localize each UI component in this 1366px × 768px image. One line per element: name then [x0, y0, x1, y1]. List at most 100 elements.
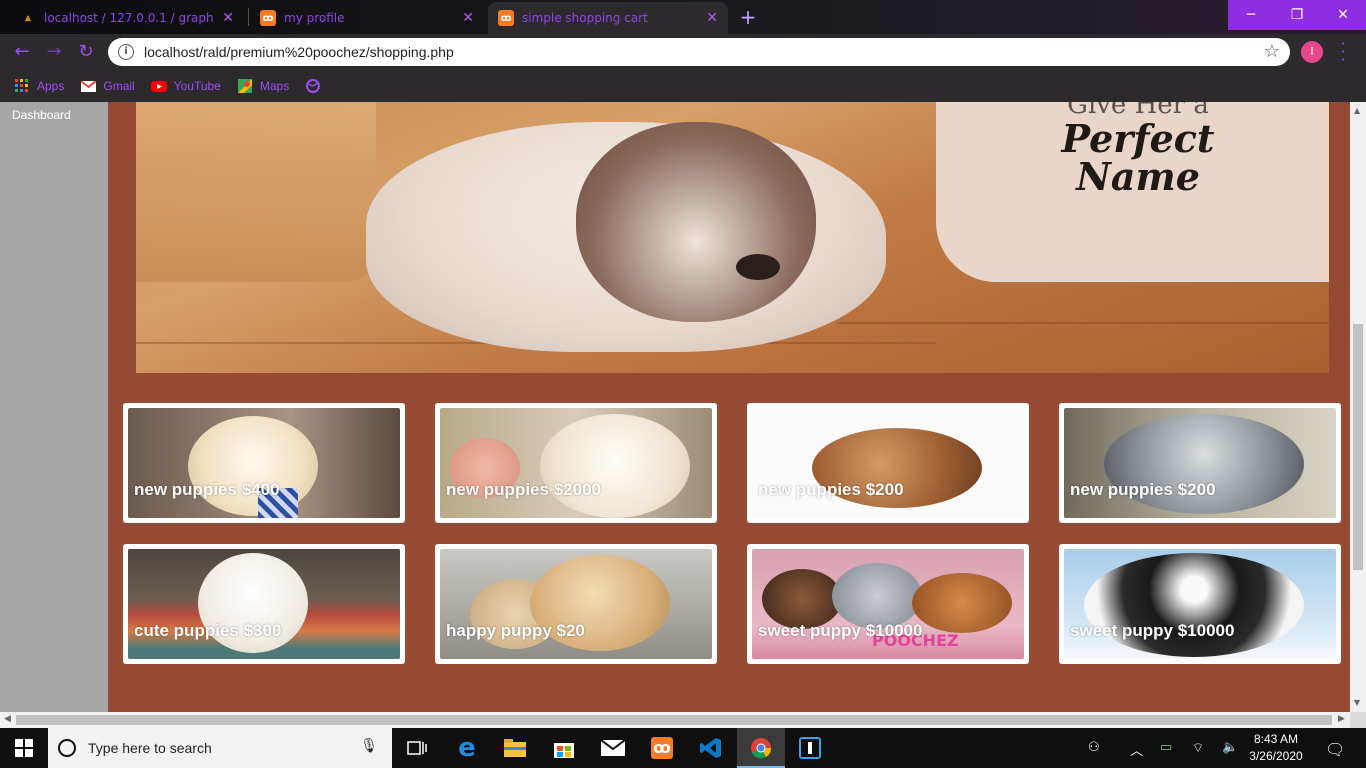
clock[interactable]: 8:43 AM 3/26/2020	[1240, 731, 1312, 765]
close-window-button[interactable]: ✕	[1320, 0, 1366, 30]
taskbar-search-box[interactable]: Type here to search 🎙	[48, 728, 392, 768]
close-icon[interactable]: ✕	[462, 10, 474, 26]
chrome-icon[interactable]	[737, 728, 785, 768]
scroll-left-arrow-icon[interactable]: ◀	[4, 714, 11, 724]
windows-logo-icon	[15, 739, 33, 757]
microsoft-store-icon[interactable]	[540, 728, 588, 768]
bookmark-maps[interactable]: Maps	[237, 79, 289, 93]
bookmark-web[interactable]	[305, 79, 328, 93]
product-card[interactable]: new puppies $200	[1059, 403, 1341, 523]
product-label: sweet puppy $10000	[1070, 621, 1234, 641]
product-card[interactable]: new puppies $200	[747, 403, 1029, 523]
forward-arrow-icon[interactable]: →	[42, 40, 66, 64]
product-card[interactable]: new puppies $2000	[435, 403, 717, 523]
edge-browser-icon[interactable]: e	[443, 728, 491, 768]
close-icon[interactable]: ✕	[706, 10, 718, 26]
volume-icon[interactable]: 🔈	[1222, 740, 1238, 755]
browser-toolbar: ← → ↻ i localhost/rald/premium%20poochez…	[0, 34, 1366, 70]
remote-app-icon[interactable]	[786, 728, 834, 768]
product-card[interactable]: happy puppy $20	[435, 544, 717, 664]
people-icon[interactable]: ⚇	[1088, 740, 1100, 755]
product-price: $10000	[865, 621, 923, 640]
apps-grid-icon	[14, 79, 30, 93]
scrollbar-thumb[interactable]	[16, 715, 1332, 725]
file-explorer-icon[interactable]	[491, 728, 539, 768]
hero-caption-line1: Perfect	[1061, 116, 1215, 161]
product-price: $300	[243, 621, 282, 640]
tab-divider	[248, 8, 249, 26]
scroll-down-arrow-icon[interactable]: ▼	[1354, 698, 1360, 707]
product-card[interactable]: cute puppies $300	[123, 544, 405, 664]
product-name: cute puppies	[134, 621, 239, 640]
tab-simple-shopping-cart[interactable]: ꝏ simple shopping cart ✕	[488, 2, 728, 34]
product-price: $400	[241, 480, 280, 499]
bookmark-star-icon[interactable]: ☆	[1264, 41, 1280, 62]
task-view-icon[interactable]	[393, 728, 441, 768]
product-card[interactable]: sweet puppy $10000	[1059, 544, 1341, 664]
profile-avatar[interactable]: I	[1301, 41, 1323, 63]
maps-icon	[237, 79, 253, 93]
puppy-shape	[912, 573, 1012, 633]
product-image: new puppies $400	[128, 408, 400, 518]
menu-kebab-icon[interactable]: · · ·	[1338, 36, 1348, 68]
vscode-icon[interactable]	[687, 728, 735, 768]
product-name: sweet puppy	[758, 621, 861, 640]
product-label: cute puppies $300	[134, 621, 281, 641]
bookmarks-bar: Apps Gmail YouTube Maps	[0, 70, 1366, 102]
product-card[interactable]: POOCHEZ sweet puppy $10000	[747, 544, 1029, 664]
youtube-icon	[150, 79, 167, 93]
product-name: new puppies	[134, 480, 237, 499]
product-name: new puppies	[758, 480, 861, 499]
tab-my-profile[interactable]: ꝏ my profile ✕	[250, 2, 484, 34]
scrollbar-thumb[interactable]	[1353, 324, 1363, 570]
xampp-icon[interactable]: ꝏ	[638, 728, 686, 768]
sidebar-item-dashboard[interactable]: Dashboard	[12, 108, 71, 122]
product-price: $200	[865, 480, 904, 499]
puppy-shape	[762, 569, 842, 629]
globe-icon	[305, 79, 321, 93]
back-arrow-icon[interactable]: ←	[10, 40, 34, 64]
horizontal-scrollbar[interactable]: ◀ ▶	[0, 712, 1350, 728]
bookmark-youtube[interactable]: YouTube	[150, 79, 221, 93]
product-price: $200	[1177, 480, 1216, 499]
bookmark-label: Apps	[37, 79, 65, 93]
product-card[interactable]: new puppies $400	[123, 403, 405, 523]
start-button[interactable]	[0, 728, 48, 768]
battery-icon[interactable]: ▭	[1160, 740, 1172, 755]
hero-caption-line2: Name	[1076, 154, 1200, 199]
info-icon[interactable]: i	[118, 44, 134, 60]
reload-icon[interactable]: ↻	[74, 40, 98, 64]
address-bar[interactable]: i localhost/rald/premium%20poochez/shopp…	[108, 38, 1290, 66]
tab-title: localhost / 127.0.0.1 / graphic_de	[44, 11, 214, 25]
vertical-scrollbar[interactable]: ▲ ▼	[1350, 102, 1366, 712]
product-name: happy puppy	[446, 621, 552, 640]
chevron-up-icon[interactable]: ︿	[1130, 740, 1143, 759]
xampp-icon: ꝏ	[498, 10, 514, 26]
floor-grain	[836, 322, 1329, 324]
product-image: happy puppy $20	[440, 549, 712, 659]
close-icon[interactable]: ✕	[222, 10, 234, 26]
page-content: Dashboard Give Her a Perfect Name new pu…	[0, 102, 1350, 712]
xampp-icon: ꝏ	[260, 10, 276, 26]
wifi-icon[interactable]: ⌔	[1192, 740, 1204, 756]
product-image: new puppies $200	[1064, 408, 1336, 518]
bookmark-label: Gmail	[103, 79, 135, 93]
notifications-icon[interactable]: 🗨	[1325, 740, 1345, 759]
microphone-icon[interactable]: 🎙	[360, 738, 378, 754]
bookmark-gmail[interactable]: Gmail	[80, 79, 135, 93]
scroll-up-arrow-icon[interactable]: ▲	[1354, 106, 1360, 115]
product-image: POOCHEZ sweet puppy $10000	[752, 549, 1024, 659]
puppy-shape	[188, 416, 318, 516]
tab-phpmyadmin[interactable]: ⩓ localhost / 127.0.0.1 / graphic_de ✕	[10, 2, 244, 34]
url-text: localhost/rald/premium%20poochez/shoppin…	[144, 44, 454, 60]
product-image: sweet puppy $10000	[1064, 549, 1336, 659]
scroll-right-arrow-icon[interactable]: ▶	[1338, 714, 1345, 724]
mail-icon[interactable]	[589, 728, 637, 768]
product-name: new puppies	[1070, 480, 1173, 499]
minimize-button[interactable]: ─	[1228, 0, 1274, 30]
bookmark-apps[interactable]: Apps	[14, 79, 64, 93]
product-name: new puppies	[446, 480, 549, 499]
new-tab-button[interactable]: +	[736, 6, 760, 30]
product-price: $10000	[1177, 621, 1235, 640]
restore-button[interactable]: ❐	[1274, 0, 1320, 30]
